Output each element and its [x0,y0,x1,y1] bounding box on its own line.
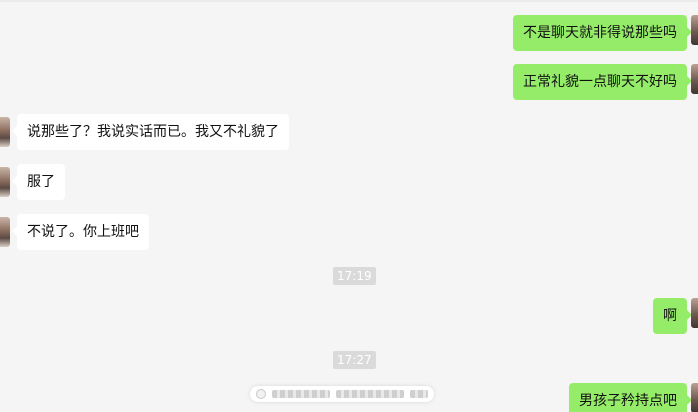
outgoing-message-bubble[interactable]: 男孩子矜持点吧 [569,383,692,412]
message-text: 正常礼貌一点聊天不好吗 [523,74,677,90]
top-divider [0,0,698,2]
message-text: 男孩子矜持点吧 [579,393,677,409]
avatar[interactable] [691,64,698,94]
avatar[interactable] [691,15,698,45]
timestamp: 17:19 [333,267,376,285]
redacted-text [336,390,404,398]
outgoing-message-bubble[interactable]: 啊 [653,298,692,334]
outgoing-message-bubble[interactable]: 不是聊天就非得说那些吗 [513,15,692,51]
message-text: 服了 [27,174,55,190]
incoming-message-bubble[interactable]: 说那些了？我说实话而已。我又不礼貌了 [12,114,289,150]
avatar[interactable] [0,117,10,147]
message-text: 不是聊天就非得说那些吗 [523,25,677,41]
avatar[interactable] [691,298,698,328]
message-text: 说那些了？我说实话而已。我又不礼貌了 [27,124,279,140]
outgoing-message-bubble[interactable]: 正常礼貌一点聊天不好吗 [513,64,692,100]
redaction-icon [256,389,266,399]
message-text: 不说了。你上班吧 [27,224,139,240]
message-text: 啊 [663,308,677,324]
chat-window: 不是聊天就非得说那些吗 正常礼貌一点聊天不好吗 说那些了？我说实话而已。我又不礼… [0,0,698,412]
redacted-text [410,390,428,398]
incoming-message-bubble[interactable]: 服了 [12,164,65,200]
avatar[interactable] [691,383,698,412]
avatar[interactable] [0,217,10,247]
incoming-message-bubble[interactable]: 不说了。你上班吧 [12,214,149,250]
avatar[interactable] [0,167,10,197]
timestamp: 17:27 [333,351,376,369]
redacted-text [272,390,330,398]
redaction-bar [250,386,434,402]
